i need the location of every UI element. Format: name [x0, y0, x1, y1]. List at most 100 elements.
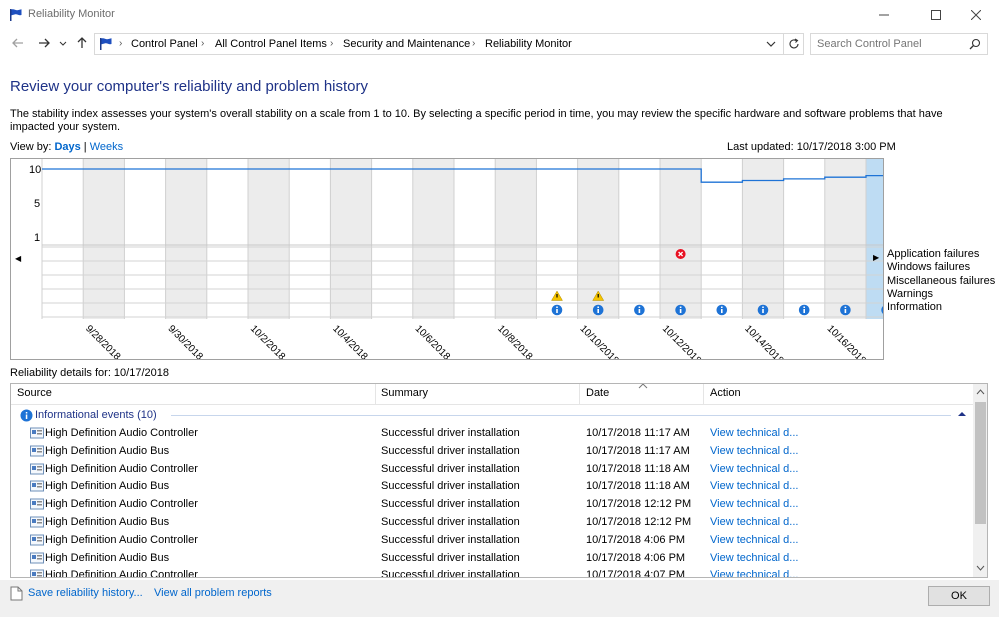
row-summary: Successful driver installation — [381, 444, 520, 457]
table-row[interactable]: High Definition Audio Controller Successf… — [11, 566, 973, 577]
breadcrumb-reliability[interactable]: Reliability Monitor — [485, 38, 572, 50]
scrollbar-thumb[interactable] — [975, 402, 986, 524]
info-icon-dot — [844, 306, 847, 308]
legend-information: Information — [887, 301, 943, 313]
info-icon-mark — [844, 309, 847, 313]
stability-chart[interactable]: ◀ 10 5 1 9/28/2018 9/30/2018 10/2/2018 10/4… — [10, 158, 884, 360]
row-summary: Successful driver installation — [381, 551, 520, 564]
view-technical-details-link[interactable]: View technical d... — [710, 480, 798, 492]
details-title: Reliability details for: 10/17/2018 — [10, 367, 169, 379]
refresh-button[interactable] — [784, 33, 804, 55]
day-column — [866, 159, 883, 319]
collapse-icon[interactable] — [958, 411, 966, 417]
day-column — [330, 159, 372, 319]
address-bar[interactable]: › Control Panel › All Control Panel Item… — [94, 33, 784, 55]
info-icon-mark — [556, 309, 558, 313]
info-icon-mark — [597, 309, 599, 313]
chevron-down-icon[interactable] — [765, 38, 777, 50]
vertical-scrollbar[interactable] — [973, 384, 987, 577]
scroll-right-icon[interactable]: ▶ — [873, 253, 879, 262]
forward-arrow-icon[interactable] — [37, 36, 51, 50]
row-source: High Definition Audio Controller — [45, 498, 198, 511]
back-arrow-icon[interactable] — [11, 36, 25, 50]
x-tick-label: 10/4/2018 — [330, 323, 370, 359]
device-icon — [30, 463, 44, 475]
device-icon — [30, 480, 44, 492]
breadcrumb-all-items[interactable]: All Control Panel Items — [215, 38, 327, 50]
save-history-link[interactable]: Save reliability history... — [28, 587, 143, 599]
device-icon — [30, 534, 44, 546]
view-technical-details-link[interactable]: View technical d... — [710, 427, 798, 439]
table-row[interactable]: High Definition Audio Bus Successful driv… — [11, 442, 973, 460]
view-technical-details-link[interactable]: View technical d... — [710, 552, 798, 564]
chevron-right-icon[interactable]: › — [472, 38, 475, 49]
x-tick-label: 10/12/2018 — [660, 323, 703, 359]
day-column — [206, 159, 248, 319]
view-technical-details-link[interactable]: View technical d... — [710, 569, 798, 577]
row-source: High Definition Audio Controller — [45, 462, 198, 475]
close-button[interactable] — [953, 0, 999, 30]
view-technical-details-link[interactable]: View technical d... — [710, 498, 798, 510]
group-informational-events[interactable]: Informational events (10) — [11, 406, 973, 424]
view-all-reports-link[interactable]: View all problem reports — [154, 587, 272, 599]
device-icon — [30, 569, 44, 577]
row-summary: Successful driver installation — [381, 480, 520, 493]
row-date: 10/17/2018 11:17 AM — [586, 427, 690, 439]
row-source: High Definition Audio Controller — [45, 427, 198, 439]
x-tick-label: 10/14/2018 — [742, 323, 785, 359]
y-tick-label: 5 — [34, 198, 40, 210]
row-summary: Successful driver installation — [381, 427, 520, 439]
table-row[interactable]: High Definition Audio Bus Successful driv… — [11, 513, 973, 531]
search-input[interactable] — [817, 34, 967, 54]
row-date: 10/17/2018 4:06 PM — [586, 533, 686, 546]
row-summary: Successful driver installation — [381, 533, 520, 546]
device-icon — [30, 427, 44, 439]
search-icon[interactable] — [969, 38, 981, 50]
day-column — [83, 159, 125, 319]
scroll-down-icon[interactable] — [976, 565, 985, 571]
view-weeks-link[interactable]: Weeks — [90, 141, 123, 153]
table-row[interactable]: High Definition Audio Bus Successful driv… — [11, 549, 973, 567]
view-by-label: View by: — [10, 141, 52, 153]
details-table: Source Summary Date Action Informational… — [10, 383, 988, 578]
view-technical-details-link[interactable]: View technical d... — [710, 463, 798, 475]
view-technical-details-link[interactable]: View technical d... — [710, 445, 798, 457]
column-action[interactable]: Action — [710, 387, 741, 399]
x-tick-label: 10/8/2018 — [495, 323, 535, 359]
table-row[interactable]: High Definition Audio Bus Successful driv… — [11, 477, 973, 495]
chevron-right-icon[interactable]: › — [201, 38, 204, 49]
info-icon-dot — [762, 306, 764, 308]
table-row[interactable]: High Definition Audio Controller Successf… — [11, 424, 973, 442]
info-icon-dot — [556, 306, 558, 308]
row-date: 10/17/2018 11:18 AM — [586, 462, 690, 475]
table-row[interactable]: High Definition Audio Controller Successf… — [11, 460, 973, 478]
info-icon-mark — [679, 309, 682, 313]
table-row[interactable]: High Definition Audio Controller Successf… — [11, 531, 973, 549]
warning-icon-mark — [597, 294, 599, 298]
legend-misc-failures: Miscellaneous failures — [887, 275, 996, 287]
column-source[interactable]: Source — [17, 387, 52, 399]
day-column — [660, 159, 702, 319]
column-summary[interactable]: Summary — [381, 387, 428, 399]
recent-dropdown-icon[interactable] — [58, 36, 68, 50]
day-column — [701, 159, 743, 319]
chevron-right-icon[interactable]: › — [119, 38, 122, 49]
minimize-button[interactable] — [861, 0, 907, 30]
breadcrumb-security[interactable]: Security and Maintenance — [343, 38, 470, 50]
table-row[interactable]: High Definition Audio Controller Successf… — [11, 495, 973, 513]
day-column — [289, 159, 331, 319]
row-source: High Definition Audio Bus — [45, 444, 170, 457]
ok-button[interactable]: OK — [928, 586, 990, 606]
search-box[interactable] — [810, 33, 988, 55]
view-technical-details-link[interactable]: View technical d... — [710, 516, 798, 528]
breadcrumb-control-panel[interactable]: Control Panel — [131, 38, 198, 50]
column-date[interactable]: Date — [586, 387, 609, 399]
chart-canvas[interactable]: 10 5 1 9/28/2018 9/30/2018 10/2/2018 10/4/2… — [11, 159, 883, 359]
up-arrow-icon[interactable] — [75, 36, 89, 50]
scroll-up-icon[interactable] — [976, 389, 985, 395]
chevron-right-icon[interactable]: › — [330, 38, 333, 49]
row-source: High Definition Audio Bus — [45, 516, 170, 528]
view-technical-details-link[interactable]: View technical d... — [710, 534, 798, 546]
legend-warnings: Warnings — [887, 288, 934, 300]
view-days-link[interactable]: Days — [54, 141, 80, 153]
